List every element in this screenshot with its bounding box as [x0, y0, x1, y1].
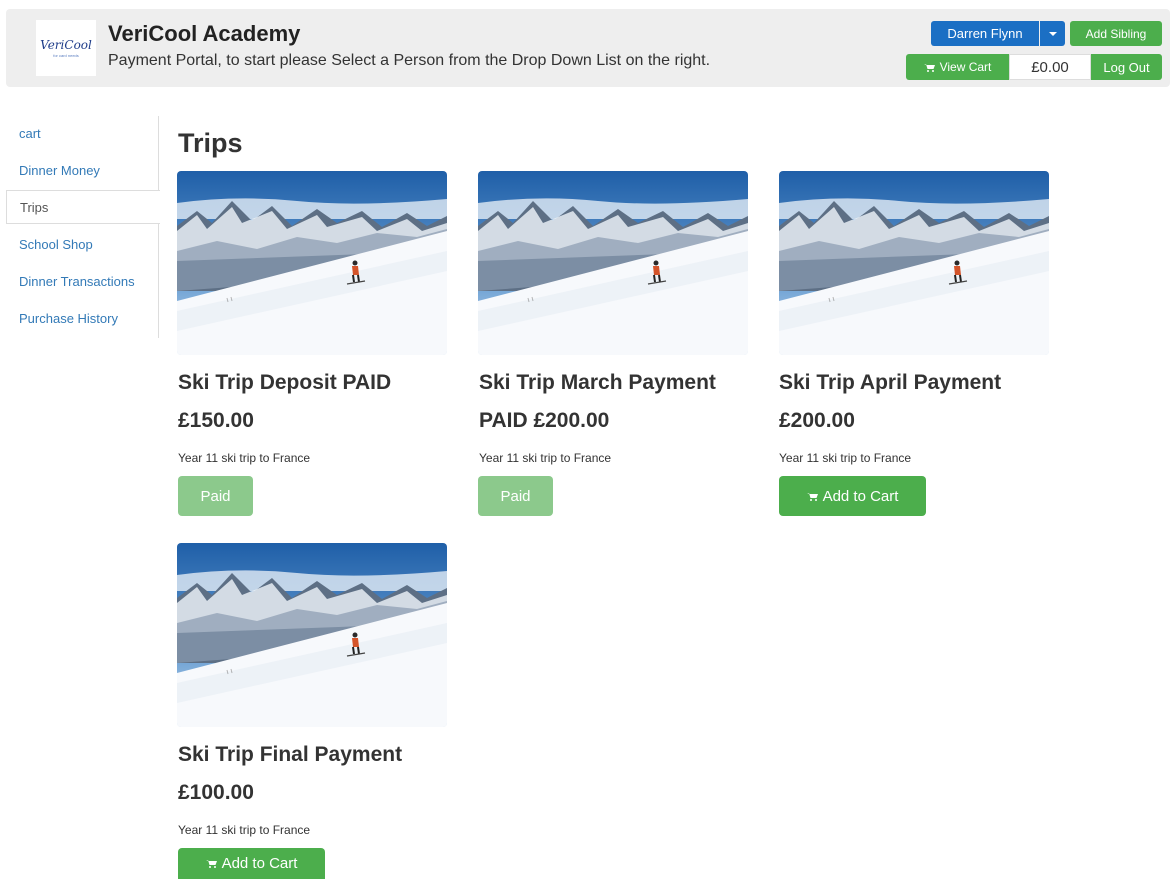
sidebar-item-school-shop[interactable]: School Shop — [6, 227, 159, 261]
add-to-cart-button[interactable]: Add to Cart — [178, 848, 325, 879]
trip-description: Year 11 ski trip to France — [178, 823, 311, 837]
trip-image[interactable] — [177, 171, 447, 355]
shopping-cart-icon — [806, 492, 818, 501]
sidebar-item-dinner-money[interactable]: Dinner Money — [6, 153, 159, 187]
sidebar-item-label: Dinner Transactions — [19, 273, 135, 289]
site-subtitle: Payment Portal, to start please Select a… — [108, 52, 711, 69]
logout-label: Log Out — [1103, 59, 1150, 75]
paid-button-label: Paid — [500, 487, 531, 505]
sidebar-item-label: Purchase History — [19, 310, 118, 326]
view-cart-button[interactable]: View Cart — [906, 54, 1009, 80]
add-sibling-button[interactable]: Add Sibling — [1070, 21, 1162, 46]
page-title: Trips — [178, 128, 243, 158]
sidebar-item-cart[interactable]: cart — [6, 116, 159, 150]
paid-button[interactable]: Paid — [478, 476, 553, 516]
shopping-cart-icon — [923, 63, 935, 72]
add-to-cart-button[interactable]: Add to Cart — [779, 476, 926, 516]
paid-button[interactable]: Paid — [178, 476, 253, 516]
person-dropdown-toggle[interactable] — [1040, 21, 1065, 46]
view-cart-label: View Cart — [939, 60, 992, 74]
logo[interactable]: VeriCool for card needs — [36, 20, 96, 76]
sidebar-item-label: Trips — [20, 199, 49, 215]
shopping-cart-icon — [205, 860, 217, 868]
trip-description: Year 11 ski trip to France — [779, 451, 912, 465]
person-select-button[interactable]: Darren Flynn — [931, 21, 1039, 46]
trip-description: Year 11 ski trip to France — [479, 451, 612, 465]
trip-title: Ski Trip April Payment £200.00 — [779, 371, 1002, 432]
trip-title: Ski Trip March Payment PAID £200.00 — [479, 371, 716, 432]
add-to-cart-label: Add to Cart — [221, 855, 298, 872]
sidebar-item-label: cart — [19, 125, 41, 141]
sidebar-item-trips[interactable]: Trips — [6, 190, 160, 224]
sidebar-item-label: School Shop — [19, 236, 93, 252]
logout-button[interactable]: Log Out — [1091, 54, 1162, 80]
cart-total: £0.00 — [1009, 54, 1091, 80]
caret-down-icon — [1048, 31, 1057, 36]
trip-image[interactable] — [478, 171, 748, 355]
trip-description: Year 11 ski trip to France — [178, 451, 311, 465]
trip-title: Ski Trip Deposit PAID £150.00 — [178, 371, 392, 432]
logo-text: VeriCool — [40, 38, 92, 52]
person-select-label: Darren Flynn — [947, 26, 1023, 41]
add-to-cart-label: Add to Cart — [822, 487, 899, 505]
add-sibling-label: Add Sibling — [1085, 26, 1147, 41]
site-title: VeriCool Academy — [108, 21, 301, 46]
trip-image[interactable] — [177, 543, 447, 727]
sidebar-nav: cart Dinner Money Trips School Shop Dinn… — [6, 116, 160, 338]
sidebar-item-purchase-history[interactable]: Purchase History — [6, 301, 159, 335]
logo-subtext: for card needs — [53, 53, 79, 58]
trip-image[interactable] — [779, 171, 1049, 355]
sidebar-item-dinner-transactions[interactable]: Dinner Transactions — [6, 264, 159, 298]
trip-title: Ski Trip Final Payment £100.00 — [178, 743, 403, 804]
paid-button-label: Paid — [200, 487, 231, 505]
sidebar-item-label: Dinner Money — [19, 162, 100, 178]
